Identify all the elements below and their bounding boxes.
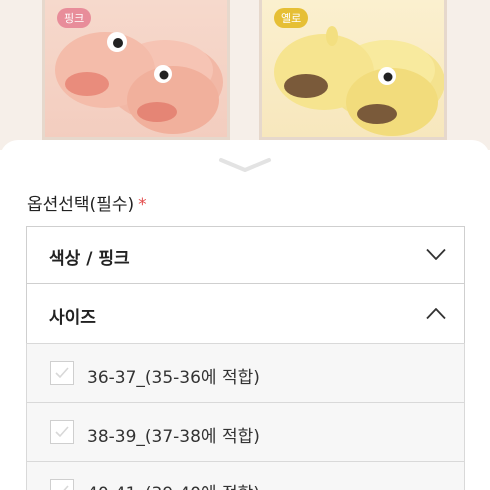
size-option-checkbox[interactable]: [50, 479, 74, 490]
required-mark: *: [138, 195, 147, 215]
size-option-label: 36-37_(35-36에 적합): [87, 368, 260, 388]
size-option-checkbox[interactable]: [50, 361, 74, 385]
sheet-handle-chevron-icon[interactable]: [218, 157, 272, 173]
chevron-up-icon: [426, 308, 446, 320]
color-tag-yellow: 옐로: [274, 8, 309, 28]
size-option-row[interactable]: 40-41_(39-40에 적합): [26, 461, 465, 490]
size-select-label: 사이즈: [49, 308, 96, 328]
size-option-label: 40-41_(39-40에 적합): [87, 479, 260, 490]
product-gallery: 핑크 옐로: [0, 0, 490, 150]
color-select[interactable]: 색상 / 핑크: [26, 226, 465, 284]
check-icon: [55, 367, 69, 379]
option-title-text: 옵션선택(필수): [27, 195, 135, 215]
size-option-label: 38-39_(37-38에 적합): [87, 427, 260, 447]
size-option-checkbox[interactable]: [50, 420, 74, 444]
chevron-down-icon: [426, 248, 446, 260]
size-select[interactable]: 사이즈: [26, 283, 465, 344]
color-select-label: 색상 / 핑크: [49, 249, 130, 269]
size-option-row[interactable]: 38-39_(37-38에 적합): [26, 402, 465, 462]
check-icon: [55, 426, 69, 438]
color-tag-pink: 핑크: [57, 8, 92, 28]
product-image-pink[interactable]: 핑크: [42, 0, 230, 140]
size-option-row[interactable]: 36-37_(35-36에 적합): [26, 343, 465, 403]
check-icon: [63, 485, 69, 490]
product-image-yellow[interactable]: 옐로: [259, 0, 447, 140]
option-section-title: 옵션선택(필수) *: [27, 190, 147, 215]
